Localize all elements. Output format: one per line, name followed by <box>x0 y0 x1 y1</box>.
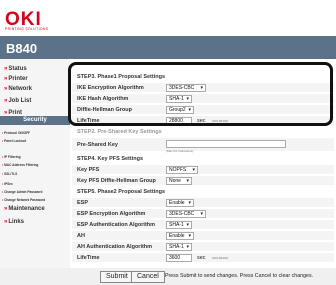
nav-ip-filtering[interactable]: •IP Filtering <box>2 155 21 159</box>
footer-instructions: Press Submit to send changes. Press Canc… <box>165 273 314 279</box>
chevron-down-icon: ▾ <box>200 85 203 91</box>
section-header-phase1: STEP3. Phase1 Proposal Settings <box>72 72 334 82</box>
psk-hint: (Max 64 Characters) <box>166 149 194 153</box>
nav-panel-lockout[interactable]: •Panel Lockout <box>2 139 26 143</box>
model-title: B840 <box>6 41 38 56</box>
lifetime2-hint: (600-86400) <box>212 256 229 260</box>
section-header-pre-shared: STEP2. Pre-Shared Key Settings <box>72 127 334 137</box>
lifetime-phase1-input[interactable]: 28800 <box>166 117 192 125</box>
model-bar <box>0 36 336 59</box>
logo-subtitle: PRINTING SOLUTIONS <box>5 27 49 31</box>
ah-select[interactable]: Enable ▾ <box>166 232 194 240</box>
nav-change-admin-password[interactable]: •Change Admin Password <box>2 190 42 194</box>
nav-protocol-onoff[interactable]: •Protocol ON/OFF <box>2 131 30 135</box>
pre-shared-key-input[interactable] <box>166 140 286 148</box>
nav-links[interactable]: »Links <box>4 219 24 225</box>
nav-maintenance[interactable]: »Maintenance <box>4 206 45 212</box>
submit-button[interactable]: Submit <box>100 271 134 283</box>
esp-encryption-select[interactable]: 3DES-CBC ▾ <box>166 210 206 218</box>
key-pfs-dh-select[interactable]: None ▾ <box>166 177 192 185</box>
chevron-right-icon: » <box>4 76 8 82</box>
row-esp-authentication: ESP Authentication Algorithm SHA-1 ▾ <box>72 220 334 230</box>
sidebar: »Status »Printer »Network »Job List »Pri… <box>0 59 70 285</box>
nav-network[interactable]: »Network <box>4 86 32 92</box>
ah-authentication-select[interactable]: SHA-1 ▾ <box>166 243 192 251</box>
lifetime-phase2-input[interactable]: 3600 <box>166 254 192 262</box>
nav-status[interactable]: »Status <box>4 66 27 72</box>
chevron-down-icon: ▾ <box>186 222 189 228</box>
chevron-down-icon: ▾ <box>200 211 203 217</box>
esp-authentication-select[interactable]: SHA-1 ▾ <box>166 221 192 229</box>
nav-ipsec[interactable]: •IPSec <box>2 182 13 186</box>
chevron-down-icon: ▾ <box>186 244 189 250</box>
row-esp-encryption: ESP Encryption Algorithm 3DES-CBC ▾ <box>72 209 334 219</box>
bullet-icon: • <box>2 198 4 202</box>
bullet-icon: • <box>2 163 4 167</box>
row-ah: AH Enable ▾ <box>72 231 334 241</box>
bullet-icon: • <box>2 155 4 159</box>
chevron-down-icon: ▾ <box>188 200 191 206</box>
chevron-right-icon: » <box>4 219 8 225</box>
bullet-icon: • <box>2 172 4 176</box>
lifetime2-unit: sec <box>197 255 206 261</box>
chevron-down-icon: ▾ <box>192 167 195 173</box>
key-pfs-select[interactable]: NOPFS ▾ <box>166 166 198 174</box>
chevron-down-icon: ▾ <box>188 233 191 239</box>
bullet-icon: • <box>2 139 4 143</box>
row-key-pfs: Key PFS NOPFS ▾ <box>72 165 334 175</box>
chevron-down-icon: ▾ <box>186 96 189 102</box>
row-pre-shared-key: Pre-Shared Key (Max 64 Characters) <box>72 138 334 153</box>
chevron-down-icon: ▾ <box>188 107 191 113</box>
chevron-down-icon: ▾ <box>186 178 189 184</box>
row-key-pfs-dh: Key PFS Diffie-Hellman Group None ▾ <box>72 176 334 186</box>
row-dh-group: Diffie-Hellman Group Group2 ▾ <box>72 105 334 115</box>
chevron-right-icon: » <box>4 206 8 212</box>
section-header-phase2: STEP5. Phase2 Proposal Settings <box>72 187 334 197</box>
nav-job-list[interactable]: »Job List <box>4 98 31 104</box>
nav-printer[interactable]: »Printer <box>4 76 28 82</box>
row-lifetime-phase2: LifeTime 3600 sec (600-86400) <box>72 253 334 263</box>
row-lifetime-phase1: LifeTime 28800 sec (600-86400) <box>72 116 334 126</box>
row-esp: ESP Enable ▾ <box>72 198 334 208</box>
header-logo-area: OKI PRINTING SOLUTIONS <box>0 0 336 34</box>
chevron-right-icon: » <box>4 66 8 72</box>
ike-hash-select[interactable]: SHA-1 ▾ <box>166 95 192 103</box>
esp-select[interactable]: Enable ▾ <box>166 199 194 207</box>
nav-security-active[interactable]: Security <box>0 116 70 125</box>
row-ah-authentication: AH Authentication Algorithm SHA-1 ▾ <box>72 242 334 252</box>
lifetime-hint: (600-86400) <box>212 119 229 123</box>
ike-encryption-select[interactable]: 3DES-CBC ▾ <box>166 84 206 92</box>
cancel-button[interactable]: Cancel <box>131 271 165 283</box>
dh-group-select[interactable]: Group2 ▾ <box>166 106 194 114</box>
chevron-right-icon: » <box>4 98 8 104</box>
section-header-key-pfs: STEP4. Key PFS Settings <box>72 154 334 164</box>
nav-mac-filtering[interactable]: •MAC Address Filtering <box>2 163 38 167</box>
bullet-icon: • <box>2 190 4 194</box>
row-ike-hash: IKE Hash Algorithm SHA-1 ▾ <box>72 94 334 104</box>
lifetime-unit: sec <box>197 118 206 124</box>
nav-change-network-password[interactable]: •Change Network Password <box>2 198 45 202</box>
row-ike-encryption: IKE Encryption Algorithm 3DES-CBC ▾ <box>72 83 334 93</box>
bullet-icon: • <box>2 182 4 186</box>
nav-ssl-tls[interactable]: •SSL/TLS <box>2 172 17 176</box>
bullet-icon: • <box>2 131 4 135</box>
chevron-right-icon: » <box>4 86 8 92</box>
